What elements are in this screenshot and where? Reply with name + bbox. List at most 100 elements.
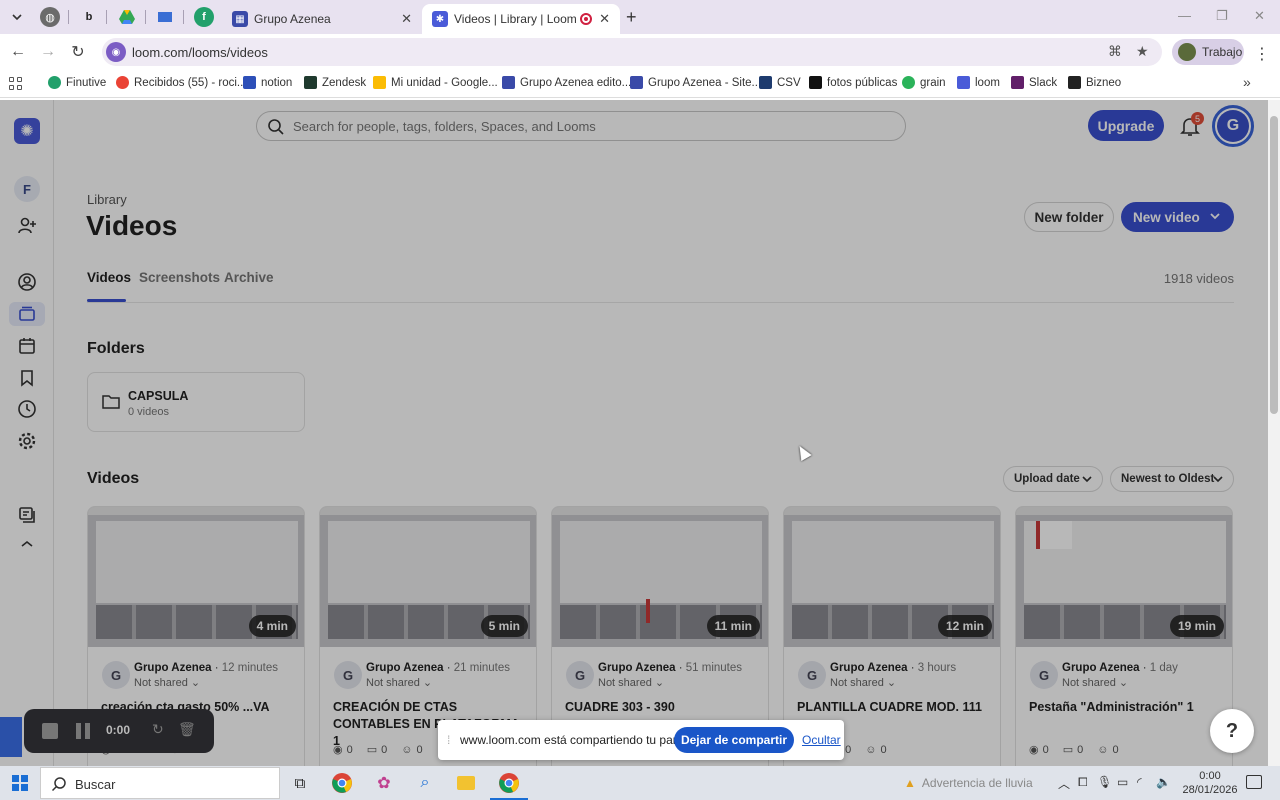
- sort-field-select[interactable]: Upload date: [1003, 466, 1103, 492]
- bookmark-drive[interactable]: Mi unidad - Google...: [373, 76, 498, 89]
- video-card[interactable]: 19 min G Grupo Azenea · 1 day Not shared…: [1015, 506, 1233, 766]
- wifi-icon[interactable]: ◜: [1137, 775, 1142, 789]
- bookmark-bizneo[interactable]: Bizneo: [1068, 76, 1121, 89]
- bookmarks-overflow-button[interactable]: »: [1243, 74, 1251, 90]
- hide-link[interactable]: Ocultar: [802, 733, 841, 747]
- share-status[interactable]: Not shared ⌄: [1062, 676, 1128, 689]
- sidebar-item-history[interactable]: [15, 397, 39, 421]
- taskbar-chrome[interactable]: [330, 771, 354, 795]
- bookmark-csv[interactable]: CSV: [759, 76, 801, 89]
- tray-overflow-icon[interactable]: ︿: [1058, 775, 1070, 792]
- sort-order-select[interactable]: Newest to Oldest: [1110, 466, 1234, 492]
- loom-logo[interactable]: ✺: [14, 118, 40, 144]
- pinned-tab-globe[interactable]: ◍: [40, 7, 60, 27]
- share-status[interactable]: Not shared ⌄: [598, 676, 664, 689]
- weather-widget[interactable]: ▲ Advertencia de lluvia: [904, 776, 1033, 790]
- pause-recording-button[interactable]: [76, 723, 90, 739]
- restart-icon[interactable]: ↻: [152, 721, 164, 738]
- share-status[interactable]: Not shared ⌄: [134, 676, 200, 689]
- bookmark-finutive[interactable]: Finutive: [48, 76, 106, 89]
- video-title[interactable]: Pestaña "Administración" 1: [1029, 699, 1225, 716]
- tab-archive[interactable]: Archive: [224, 270, 274, 285]
- microphone-icon[interactable]: 🎙: [1097, 775, 1112, 789]
- sidebar-item-calendar[interactable]: [15, 334, 39, 358]
- video-thumbnail[interactable]: 12 min: [784, 507, 1000, 647]
- meet-now-icon[interactable]: ⧠: [1078, 775, 1088, 790]
- translate-icon[interactable]: ⌘: [1108, 43, 1122, 60]
- tab-search-button[interactable]: [6, 6, 28, 28]
- close-icon[interactable]: ✕: [401, 11, 412, 27]
- tab-grupo-azenea[interactable]: ▦ Grupo Azenea ✕: [222, 4, 422, 34]
- scrollbar-thumb[interactable]: [1270, 116, 1278, 414]
- bookmark-fotos[interactable]: fotos públicas: [809, 76, 897, 89]
- video-thumbnail[interactable]: 4 min: [88, 507, 304, 647]
- tab-loom-videos[interactable]: ✱ Videos | Library | Loom ✕: [422, 4, 620, 34]
- taskbar-file-explorer[interactable]: [454, 771, 478, 795]
- video-thumbnail[interactable]: 11 min: [552, 507, 768, 647]
- share-status[interactable]: Not shared ⌄: [366, 676, 432, 689]
- tab-videos[interactable]: Videos: [87, 270, 131, 285]
- user-avatar[interactable]: G: [1212, 105, 1254, 147]
- notifications-icon[interactable]: [1246, 775, 1262, 789]
- bookmark-notion[interactable]: notion: [243, 76, 292, 89]
- pinned-tab-drive[interactable]: [117, 7, 137, 27]
- speaker-icon[interactable]: 🔈: [1156, 775, 1171, 789]
- video-title[interactable]: CUADRE 303 - 390: [565, 699, 761, 716]
- bookmark-slack[interactable]: Slack: [1011, 76, 1057, 89]
- sidebar-item-feedback[interactable]: [15, 503, 39, 527]
- taskbar-chrome-active[interactable]: [497, 771, 521, 795]
- bookmark-grupo-site[interactable]: Grupo Azenea - Site...: [630, 76, 761, 89]
- sidebar-item-invite[interactable]: [15, 214, 39, 238]
- search-input[interactable]: Search for people, tags, folders, Spaces…: [256, 111, 906, 141]
- new-video-button[interactable]: New video: [1121, 202, 1234, 232]
- site-info-icon[interactable]: ◉: [106, 42, 126, 62]
- bookmark-loom[interactable]: loom: [957, 76, 1000, 89]
- pinned-tab-finutive[interactable]: f: [194, 7, 214, 27]
- drag-handle-icon[interactable]: ⁞: [447, 733, 450, 747]
- taskbar-app-paint[interactable]: ✿: [372, 771, 396, 795]
- breadcrumb[interactable]: Library: [87, 192, 127, 207]
- profile-button[interactable]: Trabajo: [1172, 39, 1244, 65]
- sidebar-item-library[interactable]: [9, 302, 45, 326]
- back-button[interactable]: ←: [8, 42, 28, 62]
- address-bar[interactable]: ◉ loom.com/looms/videos ⌘ ★: [102, 38, 1162, 66]
- start-button[interactable]: [12, 775, 28, 791]
- video-thumbnail[interactable]: 19 min: [1016, 507, 1232, 647]
- tab-screenshots[interactable]: Screenshots: [139, 270, 220, 285]
- star-icon[interactable]: ★: [1136, 43, 1149, 60]
- pinned-tab-bizneo[interactable]: b: [79, 7, 99, 27]
- reload-button[interactable]: ↻: [68, 42, 88, 62]
- task-view-button[interactable]: ⧉: [288, 771, 312, 795]
- page-scrollbar[interactable]: [1268, 100, 1280, 766]
- pinned-tab-app[interactable]: [155, 7, 175, 27]
- sidebar-item-profile[interactable]: [15, 270, 39, 294]
- bookmark-grain[interactable]: grain: [902, 76, 946, 89]
- taskbar-clock[interactable]: 0:00 28/01/2026: [1180, 769, 1240, 797]
- stop-recording-button[interactable]: [42, 723, 58, 739]
- taskbar-app-search[interactable]: ⌕: [413, 771, 437, 795]
- trash-icon[interactable]: 🗑: [178, 721, 196, 738]
- video-title[interactable]: PLANTILLA CUADRE MOD. 111: [797, 699, 993, 716]
- workspace-avatar[interactable]: F: [14, 176, 40, 202]
- url-text[interactable]: loom.com/looms/videos: [132, 45, 268, 60]
- new-folder-button[interactable]: New folder: [1024, 202, 1114, 232]
- help-button[interactable]: ?: [1210, 709, 1254, 753]
- share-status[interactable]: Not shared ⌄: [830, 676, 896, 689]
- bookmark-zendesk[interactable]: Zendesk: [304, 76, 366, 89]
- maximize-button[interactable]: ❐: [1216, 8, 1228, 24]
- close-icon[interactable]: ✕: [599, 11, 610, 27]
- sidebar-item-more[interactable]: [15, 532, 39, 556]
- new-tab-button[interactable]: +: [626, 7, 637, 28]
- close-window-button[interactable]: ✕: [1254, 8, 1265, 24]
- bookmark-grupo-editor[interactable]: Grupo Azenea edito...: [502, 76, 631, 89]
- sidebar-item-bookmarks[interactable]: [15, 366, 39, 390]
- bookmark-gmail[interactable]: Recibidos (55) - roci...: [116, 76, 246, 89]
- browser-menu-button[interactable]: ⋮: [1254, 44, 1270, 64]
- upgrade-button[interactable]: Upgrade: [1088, 110, 1164, 141]
- taskbar-search-input[interactable]: Buscar: [40, 767, 280, 799]
- forward-button[interactable]: →: [38, 42, 58, 62]
- minimize-button[interactable]: —: [1178, 8, 1191, 23]
- video-thumbnail[interactable]: 5 min: [320, 507, 536, 647]
- apps-grid-icon[interactable]: [9, 77, 23, 91]
- stop-sharing-button[interactable]: Dejar de compartir: [674, 727, 794, 753]
